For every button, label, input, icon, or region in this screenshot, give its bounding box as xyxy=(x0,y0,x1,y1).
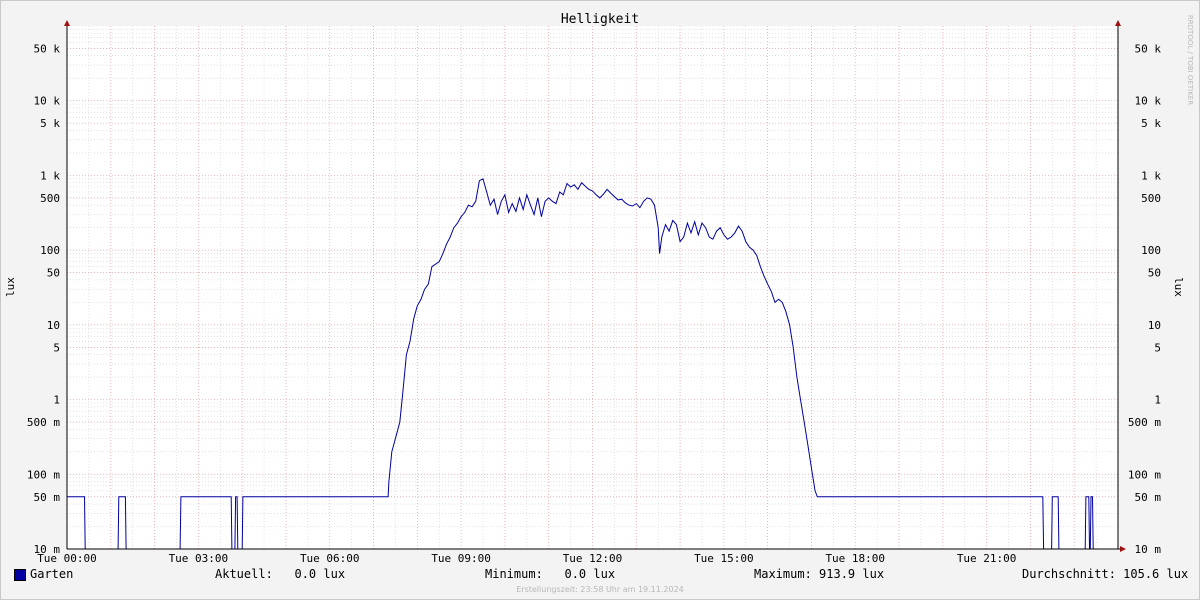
y-tick-label-right: 5 k xyxy=(1141,117,1161,130)
legend-current-label: Aktuell: xyxy=(215,567,273,581)
x-tick-label: Tue 18:00 xyxy=(825,552,885,565)
y-tick-label-right: 100 m xyxy=(1128,468,1161,481)
brightness-chart: 10 m 50 m 100 m 500 m 1 5 10 50 100 500 1 k 5 k 10 k… xyxy=(4,12,1194,594)
y-tick-label-left: 10 k xyxy=(34,95,61,108)
y-tick-label-left: 5 k xyxy=(40,117,60,130)
x-tick-label: Tue 00:00 xyxy=(37,552,97,565)
legend-average: Durchschnitt: 105.6 lux xyxy=(1022,567,1188,581)
y-tick-label-left: 50 m xyxy=(34,491,61,504)
y-tick-label-right: 10 k xyxy=(1135,95,1162,108)
legend-avg-value: 105.6 lux xyxy=(1123,567,1189,581)
x-tick-label: Tue 15:00 xyxy=(694,552,754,565)
chart-title: Helligkeit xyxy=(561,12,639,27)
y-tick-label-right: 50 xyxy=(1148,267,1161,280)
y-tick-label-right: 500 xyxy=(1141,192,1161,205)
x-axis-arrow xyxy=(1120,546,1126,552)
legend-maximum: Maximum: 913.9 lux xyxy=(754,567,884,581)
x-tick-label: Tue 21:00 xyxy=(957,552,1017,565)
legend-current: Aktuell: 0.0 lux xyxy=(215,567,345,581)
y-tick-label-right: 1 k xyxy=(1141,169,1161,182)
footer-timestamp: Erstellungszeit: 23:58 Uhr am 19.11.2024 xyxy=(516,585,684,594)
y-tick-label-left: 10 xyxy=(47,319,60,332)
y-tick-label-right: 5 xyxy=(1154,341,1161,354)
x-tick-label: Tue 03:00 xyxy=(169,552,229,565)
x-axis-labels: Tue 00:00 Tue 03:00 Tue 06:00 Tue 09:00 Tue … xyxy=(37,552,1016,565)
y-tick-label-right: 10 xyxy=(1148,319,1161,332)
x-tick-label: Tue 09:00 xyxy=(431,552,491,565)
y-tick-label-left: 500 m xyxy=(27,416,60,429)
legend-max-label: Maximum: xyxy=(754,567,812,581)
y-axis-title-right: lux xyxy=(1172,277,1185,297)
y-tick-label-right: 1 xyxy=(1154,394,1161,407)
legend-min-label: Minimum: xyxy=(485,567,543,581)
y-tick-label-right: 50 m xyxy=(1135,491,1162,504)
y-tick-label-left: 50 k xyxy=(34,42,61,55)
y-tick-label-right: 500 m xyxy=(1128,416,1161,429)
y-axis-left-labels: 10 m50 m100 m500 m1510501005001 k5 k10 k… xyxy=(27,42,60,556)
legend-series-name: Garten xyxy=(30,567,74,581)
legend-min-value: 0.0 lux xyxy=(564,567,616,581)
legend-avg-label: Durchschnitt: xyxy=(1022,567,1116,581)
y-tick-label-left: 500 xyxy=(40,192,60,205)
legend-current-value: 0.0 lux xyxy=(294,567,346,581)
legend-swatch-garten xyxy=(14,569,26,581)
y-tick-label-right: 50 k xyxy=(1135,42,1162,55)
y-tick-label-right: 10 m xyxy=(1135,543,1162,556)
y-axis-left-arrow xyxy=(64,20,70,26)
y-axis-right-labels: 10 m 50 m 100 m 500 m 1 5 10 50 100 500 1 k 5 k 10 k… xyxy=(1128,42,1161,556)
x-tick-label: Tue 12:00 xyxy=(563,552,623,565)
rrdtool-watermark: RRDTOOL / TOBI OETIKER xyxy=(1186,15,1194,105)
y-tick-label-left: 100 m xyxy=(27,468,60,481)
y-tick-label-left: 1 xyxy=(53,394,60,407)
y-tick-label-right: 100 xyxy=(1141,244,1161,257)
y-tick-label-left: 50 xyxy=(47,267,60,280)
y-tick-label-left: 100 xyxy=(40,244,60,257)
legend-max-value: 913.9 lux xyxy=(819,567,885,581)
y-tick-label-left: 1 k xyxy=(40,169,60,182)
y-axis-title-left: lux xyxy=(4,277,17,297)
y-tick-label-left: 5 xyxy=(53,341,60,354)
y-axis-right-arrow xyxy=(1115,20,1121,26)
x-tick-label: Tue 06:00 xyxy=(300,552,360,565)
legend-minimum: Minimum: 0.0 lux xyxy=(485,567,615,581)
